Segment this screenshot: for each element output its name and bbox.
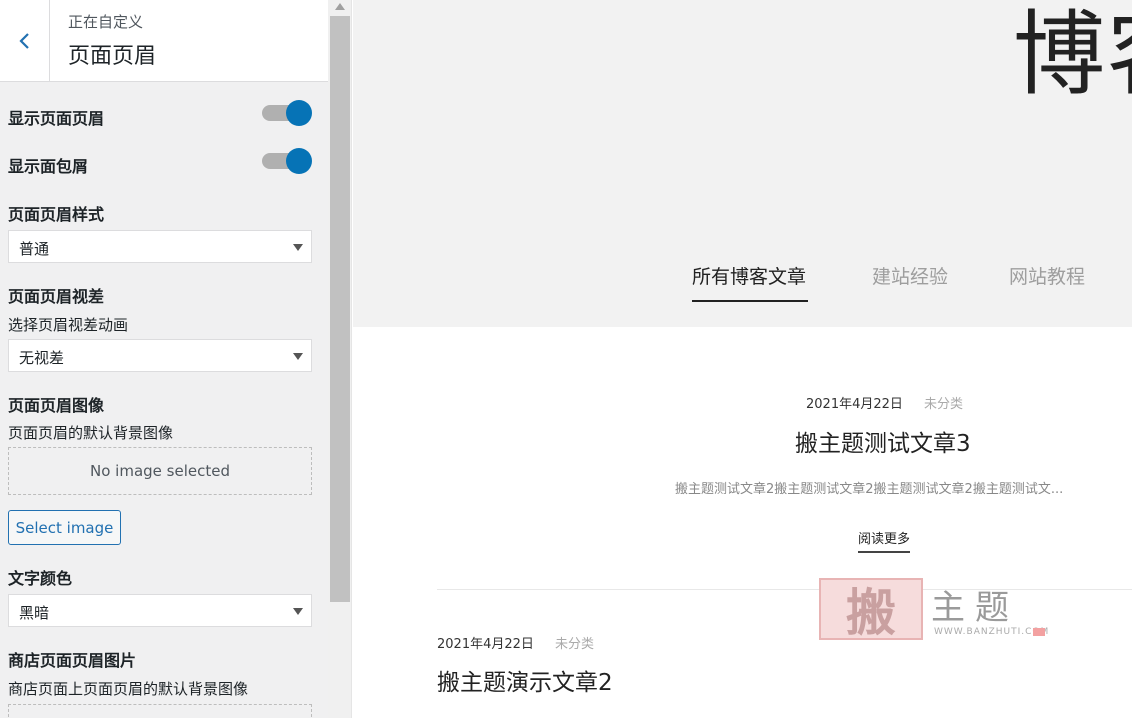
site-preview: 博客 所有博客文章 建站经验 网站教程 2021年4月22日 未分类 搬主题测试… [353, 0, 1132, 718]
chevron-left-icon [18, 33, 29, 49]
post-date: 2021年4月22日 [806, 397, 903, 412]
show-breadcrumb-toggle[interactable] [262, 148, 312, 174]
post-category[interactable]: 未分类 [924, 393, 963, 412]
scrollbar-thumb[interactable] [330, 16, 350, 602]
text-color-label: 文字颜色 [8, 569, 73, 588]
chevron-down-icon [293, 353, 303, 360]
scroll-up-arrow-icon[interactable] [335, 3, 345, 10]
text-color-select[interactable]: 黑暗 [8, 594, 312, 627]
section-title: 页面页眉 [68, 44, 157, 69]
shop-image-description: 商店页面上页面页眉的默认背景图像 [8, 680, 249, 698]
post-title[interactable]: 搬主题测试文章3 [795, 424, 971, 458]
parallax-label: 页面页眉视差 [8, 287, 105, 306]
post-category[interactable]: 未分类 [555, 633, 594, 652]
sidebar-scrollbar[interactable] [328, 0, 352, 718]
shop-image-label: 商店页面页眉图片 [8, 651, 137, 670]
chevron-down-icon [293, 608, 303, 615]
customizing-label: 正在自定义 [68, 13, 144, 31]
read-more-link[interactable]: 阅读更多 [858, 528, 911, 553]
header-style-value: 普通 [19, 240, 50, 258]
tab-site-building[interactable]: 建站经验 [872, 262, 948, 289]
header-image-label: 页面页眉图像 [8, 396, 105, 415]
shop-image-placeholder [8, 704, 312, 718]
show-breadcrumb-label: 显示面包屑 [8, 157, 89, 176]
post-date: 2021年4月22日 [437, 637, 534, 652]
post-title[interactable]: 搬主题演示文章2 [437, 663, 613, 697]
parallax-select[interactable]: 无视差 [8, 339, 312, 372]
watermark-mark [1033, 628, 1045, 636]
section-header: 正在自定义 页面页眉 [0, 0, 328, 82]
watermark-seal: 搬 [819, 578, 923, 642]
header-image-description: 页面页眉的默认背景图像 [8, 424, 174, 442]
parallax-description: 选择页眉视差动画 [8, 316, 129, 334]
show-header-control: 显示页面页眉 [8, 100, 312, 128]
tab-all-posts[interactable]: 所有博客文章 [692, 262, 806, 289]
watermark-url: WWW.BANZHUTI.COM [934, 627, 1050, 637]
chevron-down-icon [293, 244, 303, 251]
customizer-sidebar: 正在自定义 页面页眉 显示页面页眉 显示面包屑 页面页眉样式 普通 页面页眉视差… [0, 0, 328, 718]
select-image-button[interactable]: Select image [8, 510, 121, 545]
watermark-text: 主题 [931, 588, 1019, 628]
post-excerpt: 搬主题测试文章2搬主题测试文章2搬主题测试文章2搬主题测试文... [675, 482, 1064, 497]
watermark: 搬 主题 WWW.BANZHUTI.COM [819, 574, 1049, 644]
header-image-placeholder: No image selected [8, 447, 312, 495]
header-style-label: 页面页眉样式 [8, 205, 105, 224]
hero-title: 博客 [1013, 1, 1132, 108]
page-header-hero: 博客 所有博客文章 建站经验 网站教程 [353, 0, 1132, 327]
show-breadcrumb-control: 显示面包屑 [8, 148, 312, 176]
parallax-value: 无视差 [19, 349, 65, 367]
text-color-value: 黑暗 [19, 604, 50, 622]
back-button[interactable] [0, 0, 50, 82]
tab-tutorials[interactable]: 网站教程 [1009, 262, 1085, 289]
show-header-toggle[interactable] [262, 100, 312, 126]
show-header-label: 显示页面页眉 [8, 109, 105, 128]
active-tab-indicator [692, 300, 808, 302]
header-style-select[interactable]: 普通 [8, 230, 312, 263]
